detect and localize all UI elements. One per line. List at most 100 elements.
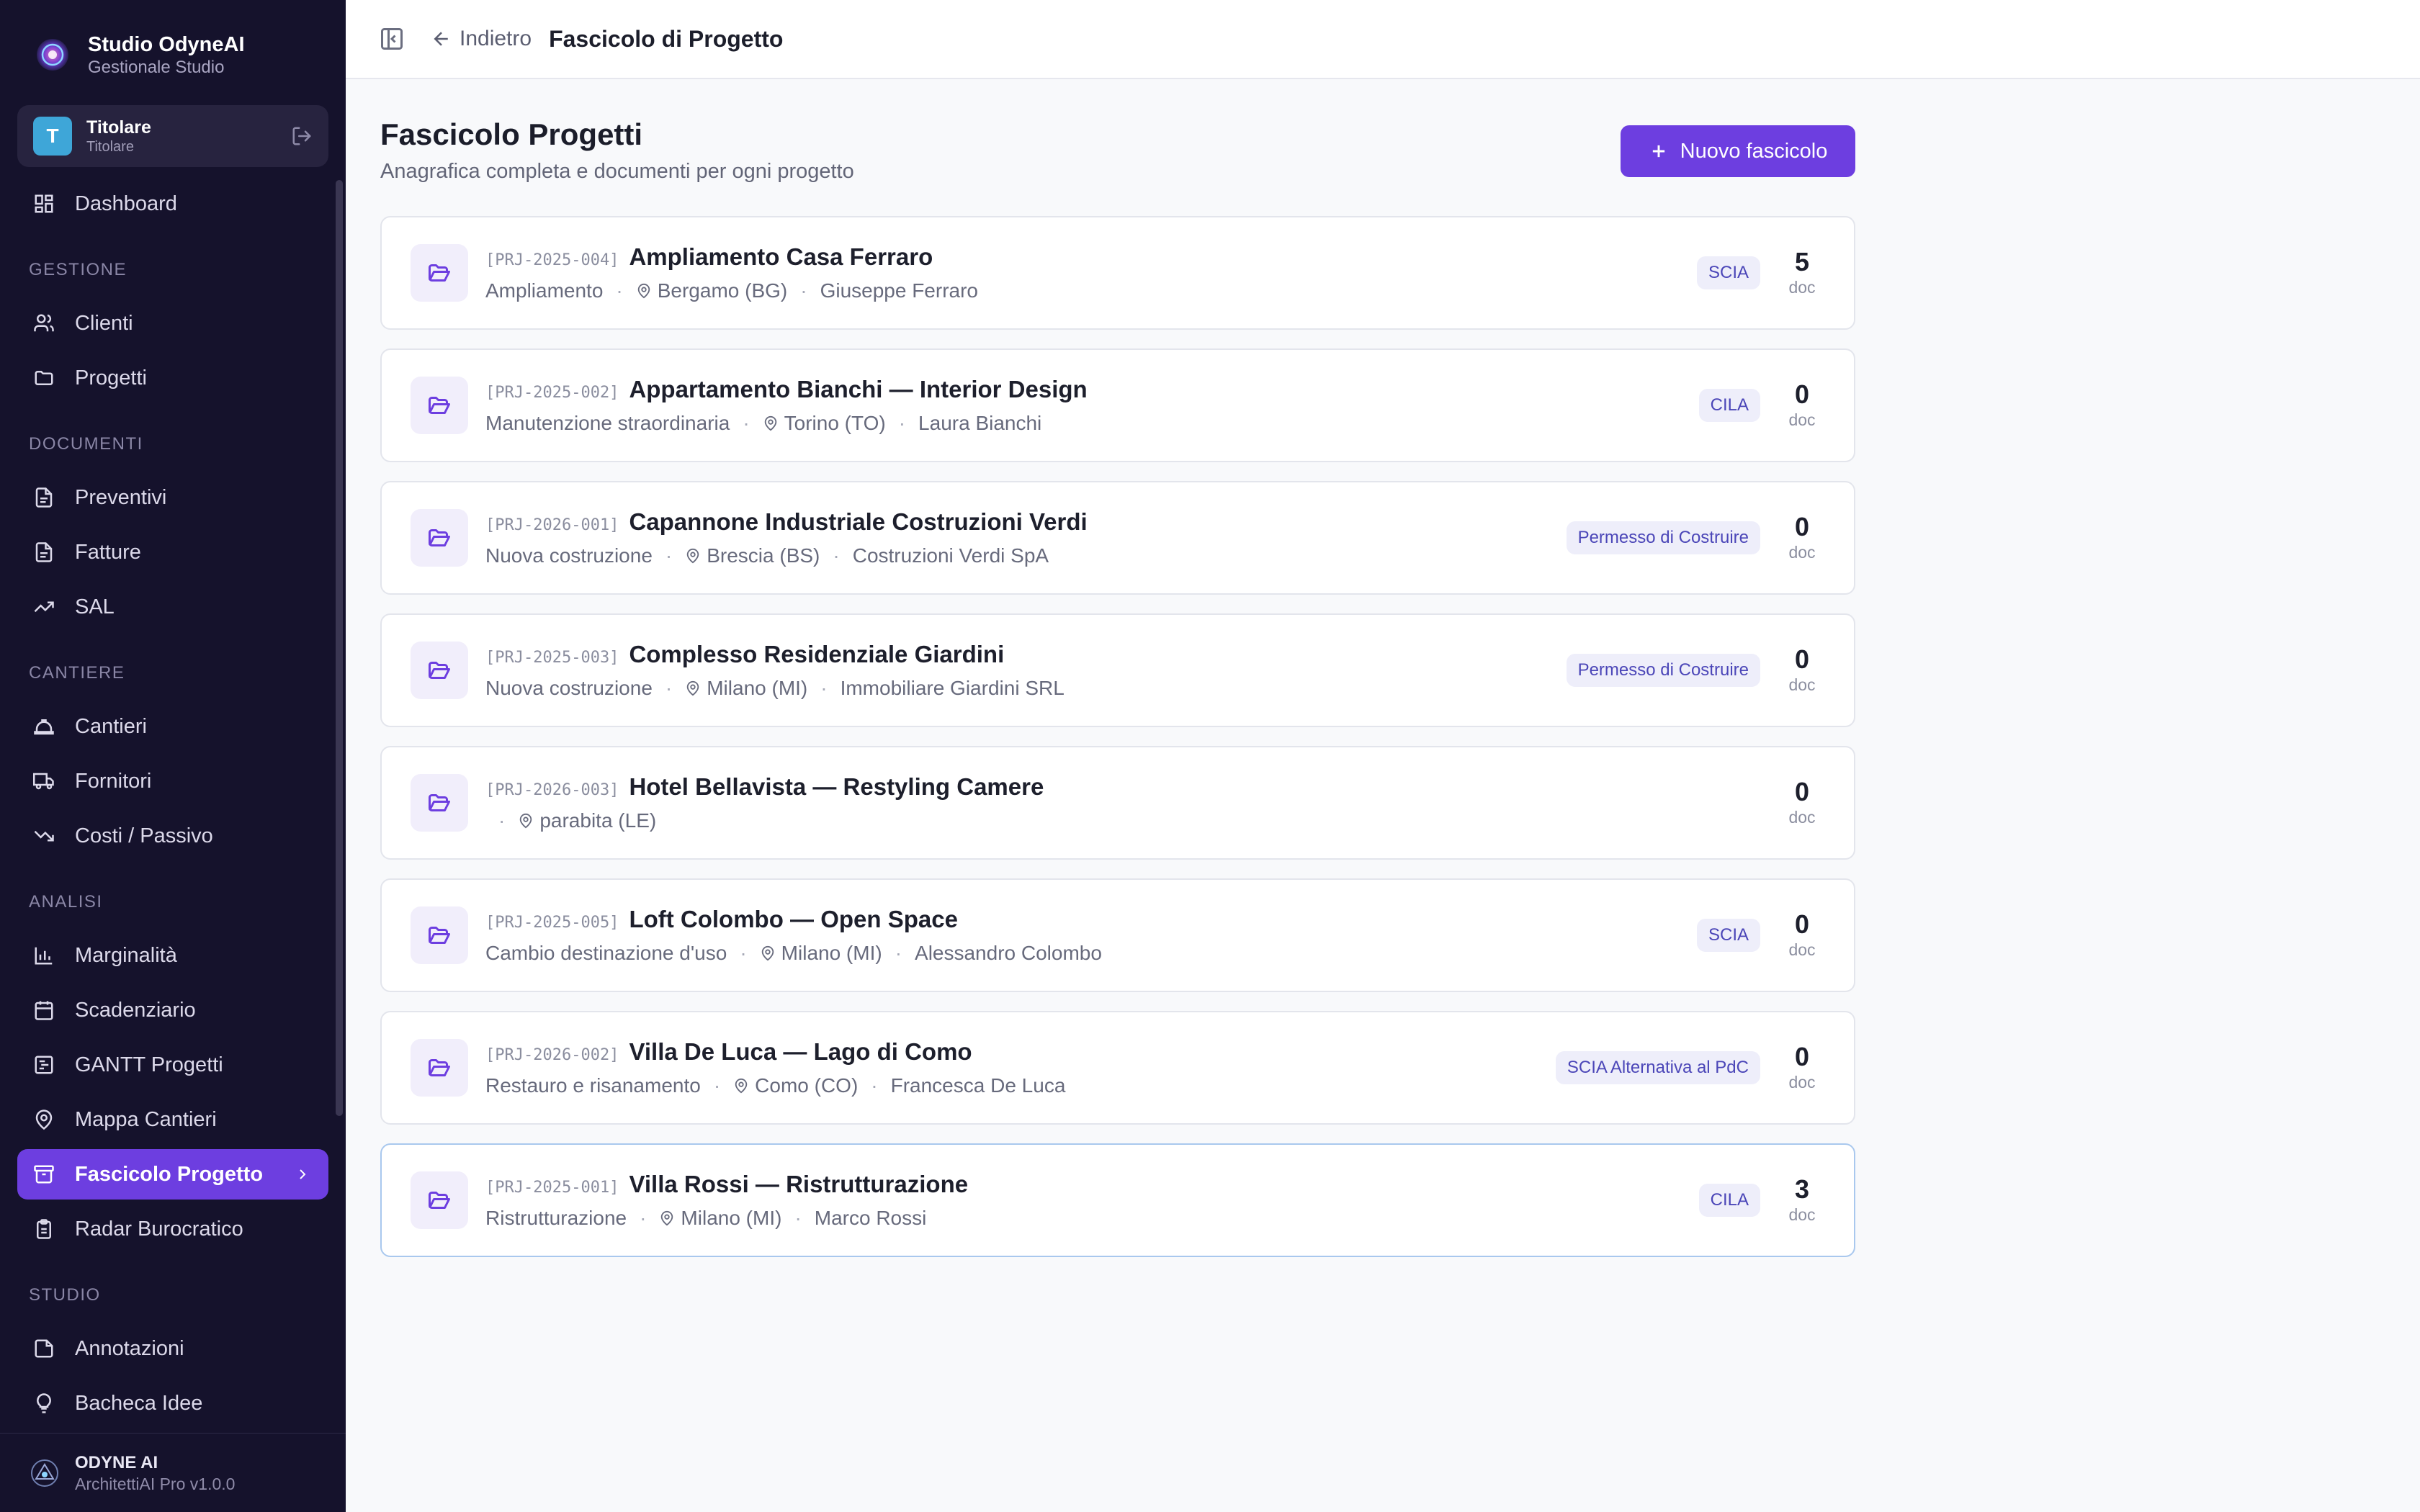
sidebar-item-label: Fornitori bbox=[75, 769, 152, 793]
truck-icon bbox=[33, 773, 54, 790]
project-card[interactable]: [PRJ-2025-003] Complesso Residenziale Gi… bbox=[380, 613, 1855, 727]
avatar: T bbox=[33, 117, 72, 156]
brand-name: Studio OdyneAI bbox=[88, 33, 245, 56]
brand-logo-icon bbox=[37, 39, 68, 71]
doc-count: 0 doc bbox=[1779, 380, 1825, 431]
project-client: Marco Rossi bbox=[814, 1207, 927, 1229]
sidebar-item-label: Annotazioni bbox=[75, 1336, 184, 1360]
sidebar-item-radar-burocratico[interactable]: Radar Burocratico bbox=[17, 1204, 328, 1254]
doc-count-value: 3 bbox=[1794, 1174, 1810, 1204]
new-fascicolo-button[interactable]: Nuovo fascicolo bbox=[1621, 125, 1855, 177]
sidebar-item-fatture[interactable]: Fatture bbox=[17, 527, 328, 577]
separator-dot: · bbox=[665, 544, 673, 567]
project-name: Villa De Luca — Lago di Como bbox=[629, 1038, 972, 1065]
project-code: [PRJ-2025-001] bbox=[485, 1179, 619, 1197]
doc-count-label: doc bbox=[1788, 278, 1816, 297]
project-location: Brescia (BS) bbox=[707, 544, 820, 567]
file-icon bbox=[35, 487, 53, 508]
separator-dot: · bbox=[616, 279, 623, 302]
separator-dot: · bbox=[498, 809, 506, 832]
project-client: Francesca De Luca bbox=[890, 1074, 1066, 1097]
sidebar-item-progetti[interactable]: Progetti bbox=[17, 353, 328, 403]
sidebar-item-label: Marginalità bbox=[75, 943, 177, 967]
sidebar-scrollbar[interactable] bbox=[336, 180, 343, 1116]
project-name: Complesso Residenziale Giardini bbox=[629, 641, 1005, 667]
permit-badge: SCIA Alternativa al PdC bbox=[1555, 1051, 1760, 1084]
project-card[interactable]: [PRJ-2025-004] Ampliamento Casa Ferraro … bbox=[380, 216, 1855, 330]
project-location: Torino (TO) bbox=[784, 412, 886, 434]
separator-dot: · bbox=[743, 412, 750, 434]
project-card[interactable]: [PRJ-2025-001] Villa Rossi — Ristruttura… bbox=[380, 1143, 1855, 1257]
page-header: Fascicolo Progetti Anagrafica completa e… bbox=[380, 115, 1855, 216]
brand-subtitle: Gestionale Studio bbox=[88, 58, 225, 77]
doc-count: 0 doc bbox=[1779, 513, 1825, 563]
sidebar-item-annotazioni[interactable]: Annotazioni bbox=[17, 1323, 328, 1374]
project-card[interactable]: [PRJ-2025-005] Loft Colombo — Open Space… bbox=[380, 878, 1855, 992]
map-pin-icon bbox=[686, 680, 699, 696]
sidebar-nav: Dashboard GESTIONE Clienti Progetti DOCU… bbox=[17, 179, 328, 1433]
brand[interactable]: Studio OdyneAI Gestionale Studio bbox=[33, 32, 245, 78]
project-meta: Nuova costruzione · Brescia (BS) · Costruzio… bbox=[485, 544, 1567, 567]
project-card[interactable]: [PRJ-2025-002] Appartamento Bianchi — In… bbox=[380, 348, 1855, 462]
project-name: Hotel Bellavista — Restyling Camere bbox=[629, 773, 1044, 800]
project-location: parabita (LE) bbox=[539, 809, 657, 832]
sidebar-item-bacheca-idee[interactable]: Bacheca Idee bbox=[17, 1378, 328, 1428]
sidebar-item-mappa-cantieri[interactable]: Mappa Cantieri bbox=[17, 1094, 328, 1145]
permit-badge: CILA bbox=[1698, 389, 1760, 422]
doc-count-label: doc bbox=[1788, 940, 1816, 959]
sidebar-item-clienti[interactable]: Clienti bbox=[17, 298, 328, 348]
sidebar-item-fornitori[interactable]: Fornitori bbox=[17, 756, 328, 806]
sidebar-item-sal[interactable]: SAL bbox=[17, 582, 328, 632]
project-client: Alessandro Colombo bbox=[915, 942, 1102, 964]
back-label: Indietro bbox=[460, 27, 532, 50]
doc-count: 0 doc bbox=[1779, 910, 1825, 960]
project-card[interactable]: [PRJ-2026-001] Capannone Industriale Cos… bbox=[380, 481, 1855, 595]
sidebar-item-dashboard[interactable]: Dashboard bbox=[17, 179, 328, 229]
back-button[interactable]: Indietro bbox=[431, 27, 532, 51]
project-card[interactable]: [PRJ-2026-002] Villa De Luca — Lago di C… bbox=[380, 1011, 1855, 1125]
sidebar-item-label: Preventivi bbox=[75, 485, 167, 509]
permit-badge: SCIA bbox=[1696, 256, 1760, 289]
sidebar-item-label: Mappa Cantieri bbox=[75, 1107, 217, 1131]
project-meta: Manutenzione straordinaria · Torino (TO) · L… bbox=[485, 412, 1699, 435]
sidebar-item-fascicolo-progetto[interactable]: Fascicolo Progetto bbox=[17, 1149, 328, 1200]
doc-count-value: 0 bbox=[1794, 909, 1810, 939]
sidebar-item-scadenziario[interactable]: Scadenziario bbox=[17, 985, 328, 1035]
sidebar-item-gantt-progetti[interactable]: GANTT Progetti bbox=[17, 1040, 328, 1090]
permit-badge: Permesso di Costruire bbox=[1566, 521, 1760, 554]
users-icon bbox=[34, 314, 54, 332]
sidebar-item-label: Cantieri bbox=[75, 714, 147, 738]
sidebar-item-label: Costi / Passivo bbox=[75, 824, 213, 847]
project-type: Nuova costruzione bbox=[485, 544, 653, 567]
separator-dot: · bbox=[898, 412, 906, 434]
logout-icon[interactable] bbox=[291, 125, 313, 147]
project-code: [PRJ-2025-003] bbox=[485, 649, 619, 667]
folder-icon-box bbox=[411, 244, 468, 302]
map-pin-icon bbox=[637, 283, 650, 299]
project-name: Loft Colombo — Open Space bbox=[629, 906, 958, 932]
separator-dot: · bbox=[800, 279, 807, 302]
sidebar-item-preventivi[interactable]: Preventivi bbox=[17, 472, 328, 523]
section-documenti: DOCUMENTI bbox=[29, 434, 143, 454]
project-location: Como (CO) bbox=[755, 1074, 859, 1097]
project-name: Appartamento Bianchi — Interior Design bbox=[629, 376, 1088, 402]
project-card[interactable]: [PRJ-2026-003] Hotel Bellavista — Restyl… bbox=[380, 746, 1855, 860]
topbar-title: Fascicolo di Progetto bbox=[549, 25, 784, 52]
permit-badge: CILA bbox=[1698, 1184, 1760, 1217]
calendar-icon bbox=[35, 1001, 53, 1020]
permit-badge: SCIA bbox=[1696, 919, 1760, 952]
separator-dot: · bbox=[740, 942, 747, 964]
folder-open-icon bbox=[429, 1192, 450, 1209]
sidebar-item-costi-passivo[interactable]: Costi / Passivo bbox=[17, 811, 328, 861]
doc-count: 0 doc bbox=[1779, 778, 1825, 828]
folder-icon-box bbox=[411, 509, 468, 567]
map-pin-icon bbox=[735, 1078, 748, 1094]
sidebar-toggle-icon[interactable] bbox=[379, 26, 405, 52]
user-card[interactable]: T Titolare Titolare bbox=[17, 105, 328, 167]
project-code: [PRJ-2026-003] bbox=[485, 781, 619, 799]
sidebar-item-cantieri[interactable]: Cantieri bbox=[17, 701, 328, 752]
separator-dot: · bbox=[833, 544, 840, 567]
odyne-logo-icon bbox=[31, 1459, 58, 1487]
bar-chart-icon bbox=[35, 947, 53, 965]
sidebar-item-marginalita[interactable]: Marginalità bbox=[17, 930, 328, 981]
